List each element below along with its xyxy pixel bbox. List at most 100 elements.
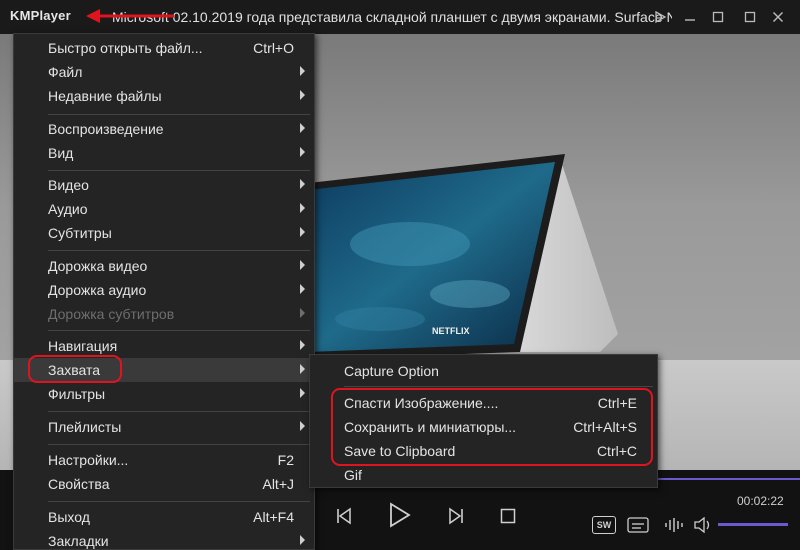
submenu-arrow-icon [300,90,305,100]
close-icon[interactable] [768,7,788,27]
menu-item-bookmarks[interactable]: Закладки [14,529,314,550]
menu-separator [48,114,310,115]
menu-item-quick-open[interactable]: Быстро открыть файл... Ctrl+O [14,36,314,60]
menu-item-filters[interactable]: Фильтры [14,382,314,406]
menu-separator [48,170,310,171]
submenu-item-capture-option[interactable]: Capture Option [310,359,657,383]
menu-item-properties[interactable]: Свойства Alt+J [14,472,314,496]
menu-item-label: Спасти Изображение.... [344,395,499,411]
submenu-arrow-icon [300,388,305,398]
menu-item-video-track[interactable]: Дорожка видео [14,254,314,278]
capture-submenu: Capture Option Спасти Изображение.... Ct… [309,354,658,488]
red-arrow-annotation [86,9,174,23]
menu-item-label: Save to Clipboard [344,443,456,459]
menu-item-subtitles[interactable]: Субтитры [14,221,314,245]
menu-item-label: Настройки... [48,452,129,468]
submenu-arrow-icon [300,340,305,350]
submenu-arrow-icon [300,535,305,545]
menu-item-label: Захвата [48,362,101,378]
menu-item-label: Недавние файлы [48,88,162,104]
play-icon[interactable] [382,498,416,532]
submenu-arrow-icon [300,123,305,133]
menu-separator [48,250,310,251]
menu-separator [344,386,653,387]
menu-separator [48,411,310,412]
app-logo[interactable]: KMPlayer [10,8,71,23]
screen-brand: NETFLIX [432,326,470,336]
menu-item-label: Сохранить и миниатюры... [344,419,517,435]
volume-icon[interactable] [692,516,714,534]
next-icon[interactable] [442,502,470,530]
submenu-arrow-icon [300,421,305,431]
submenu-arrow-icon [300,284,305,294]
previous-icon[interactable] [330,502,358,530]
submenu-arrow-icon [300,179,305,189]
submenu-item-save-thumbnails[interactable]: Сохранить и миниатюры... Ctrl+Alt+S [310,415,657,439]
menu-item-label: Дорожка видео [48,258,148,274]
menu-item-playlists[interactable]: Плейлисты [14,415,314,439]
menu-separator [48,330,310,331]
menu-item-shortcut: Ctrl+C [596,443,637,459]
title-bar: KMPlayer Microsoft 02.10.2019 года предс… [0,0,800,34]
menu-item-label: Воспроизведение [48,121,164,137]
menu-item-navigation[interactable]: Навигация [14,334,314,358]
submenu-item-save-clipboard[interactable]: Save to Clipboard Ctrl+C [310,439,657,463]
menu-item-label: Выход [48,509,90,525]
equalizer-icon[interactable] [662,516,686,534]
menu-item-capture[interactable]: Захвата [14,358,314,382]
menu-item-audio[interactable]: Аудио [14,197,314,221]
submenu-arrow-icon [300,147,305,157]
submenu-arrow-icon [300,308,305,318]
menu-item-label: Закладки [48,533,109,549]
seek-bar[interactable] [656,478,800,480]
menu-item-label: Видео [48,177,89,193]
menu-item-label: Навигация [48,338,118,354]
menu-item-label: Вид [48,145,74,161]
menu-item-label: Файл [48,64,83,80]
menu-item-video[interactable]: Видео [14,173,314,197]
menu-item-label: Дорожка аудио [48,282,147,298]
menu-separator [48,444,310,445]
menu-item-label: Быстро открыть файл... [48,40,203,56]
menu-item-shortcut: Ctrl+Alt+S [573,419,637,435]
menu-item-label: Субтитры [48,225,112,241]
menu-item-label: Свойства [48,476,110,492]
menu-item-settings[interactable]: Настройки... F2 [14,448,314,472]
submenu-arrow-icon [300,364,305,374]
menu-separator [48,501,310,502]
menu-item-file[interactable]: Файл [14,60,314,84]
stop-icon[interactable] [496,504,520,528]
menu-item-view[interactable]: Вид [14,141,314,165]
menu-item-playback[interactable]: Воспроизведение [14,117,314,141]
menu-item-label: Gif [344,467,362,483]
menu-item-label: Аудио [48,201,88,217]
menu-item-subtitle-track: Дорожка субтитров [14,302,314,326]
play-mode-icon[interactable] [650,7,670,27]
menu-item-exit[interactable]: Выход Alt+F4 [14,505,314,529]
sw-button[interactable]: SW [592,516,616,534]
submenu-arrow-icon [300,203,305,213]
submenu-item-save-image[interactable]: Спасти Изображение.... Ctrl+E [310,391,657,415]
submenu-arrow-icon [300,66,305,76]
submenu-item-gif[interactable]: Gif [310,463,657,487]
menu-item-shortcut: Ctrl+O [253,40,294,56]
menu-item-label: Плейлисты [48,419,122,435]
menu-item-label: Фильтры [48,386,106,402]
menu-item-audio-track[interactable]: Дорожка аудио [14,278,314,302]
fullscreen-icon[interactable] [740,7,760,27]
menu-item-shortcut: F2 [277,452,294,468]
volume-slider[interactable] [718,523,788,526]
menu-item-recent-files[interactable]: Недавние файлы [14,84,314,108]
menu-item-label: Дорожка субтитров [48,306,175,322]
minimize-icon[interactable] [680,7,700,27]
menu-item-shortcut: Alt+F4 [253,509,294,525]
menu-item-label: Capture Option [344,363,439,379]
menu-item-shortcut: Ctrl+E [597,395,637,411]
window-title: Microsoft 02.10.2019 года представила ск… [112,9,672,25]
time-display: 00:02:22 [737,494,784,508]
menu-item-shortcut: Alt+J [262,476,294,492]
submenu-arrow-icon [300,227,305,237]
subtitle-icon[interactable] [626,516,650,534]
maximize-icon[interactable] [708,7,728,27]
context-menu: Быстро открыть файл... Ctrl+O Файл Недав… [13,33,315,550]
